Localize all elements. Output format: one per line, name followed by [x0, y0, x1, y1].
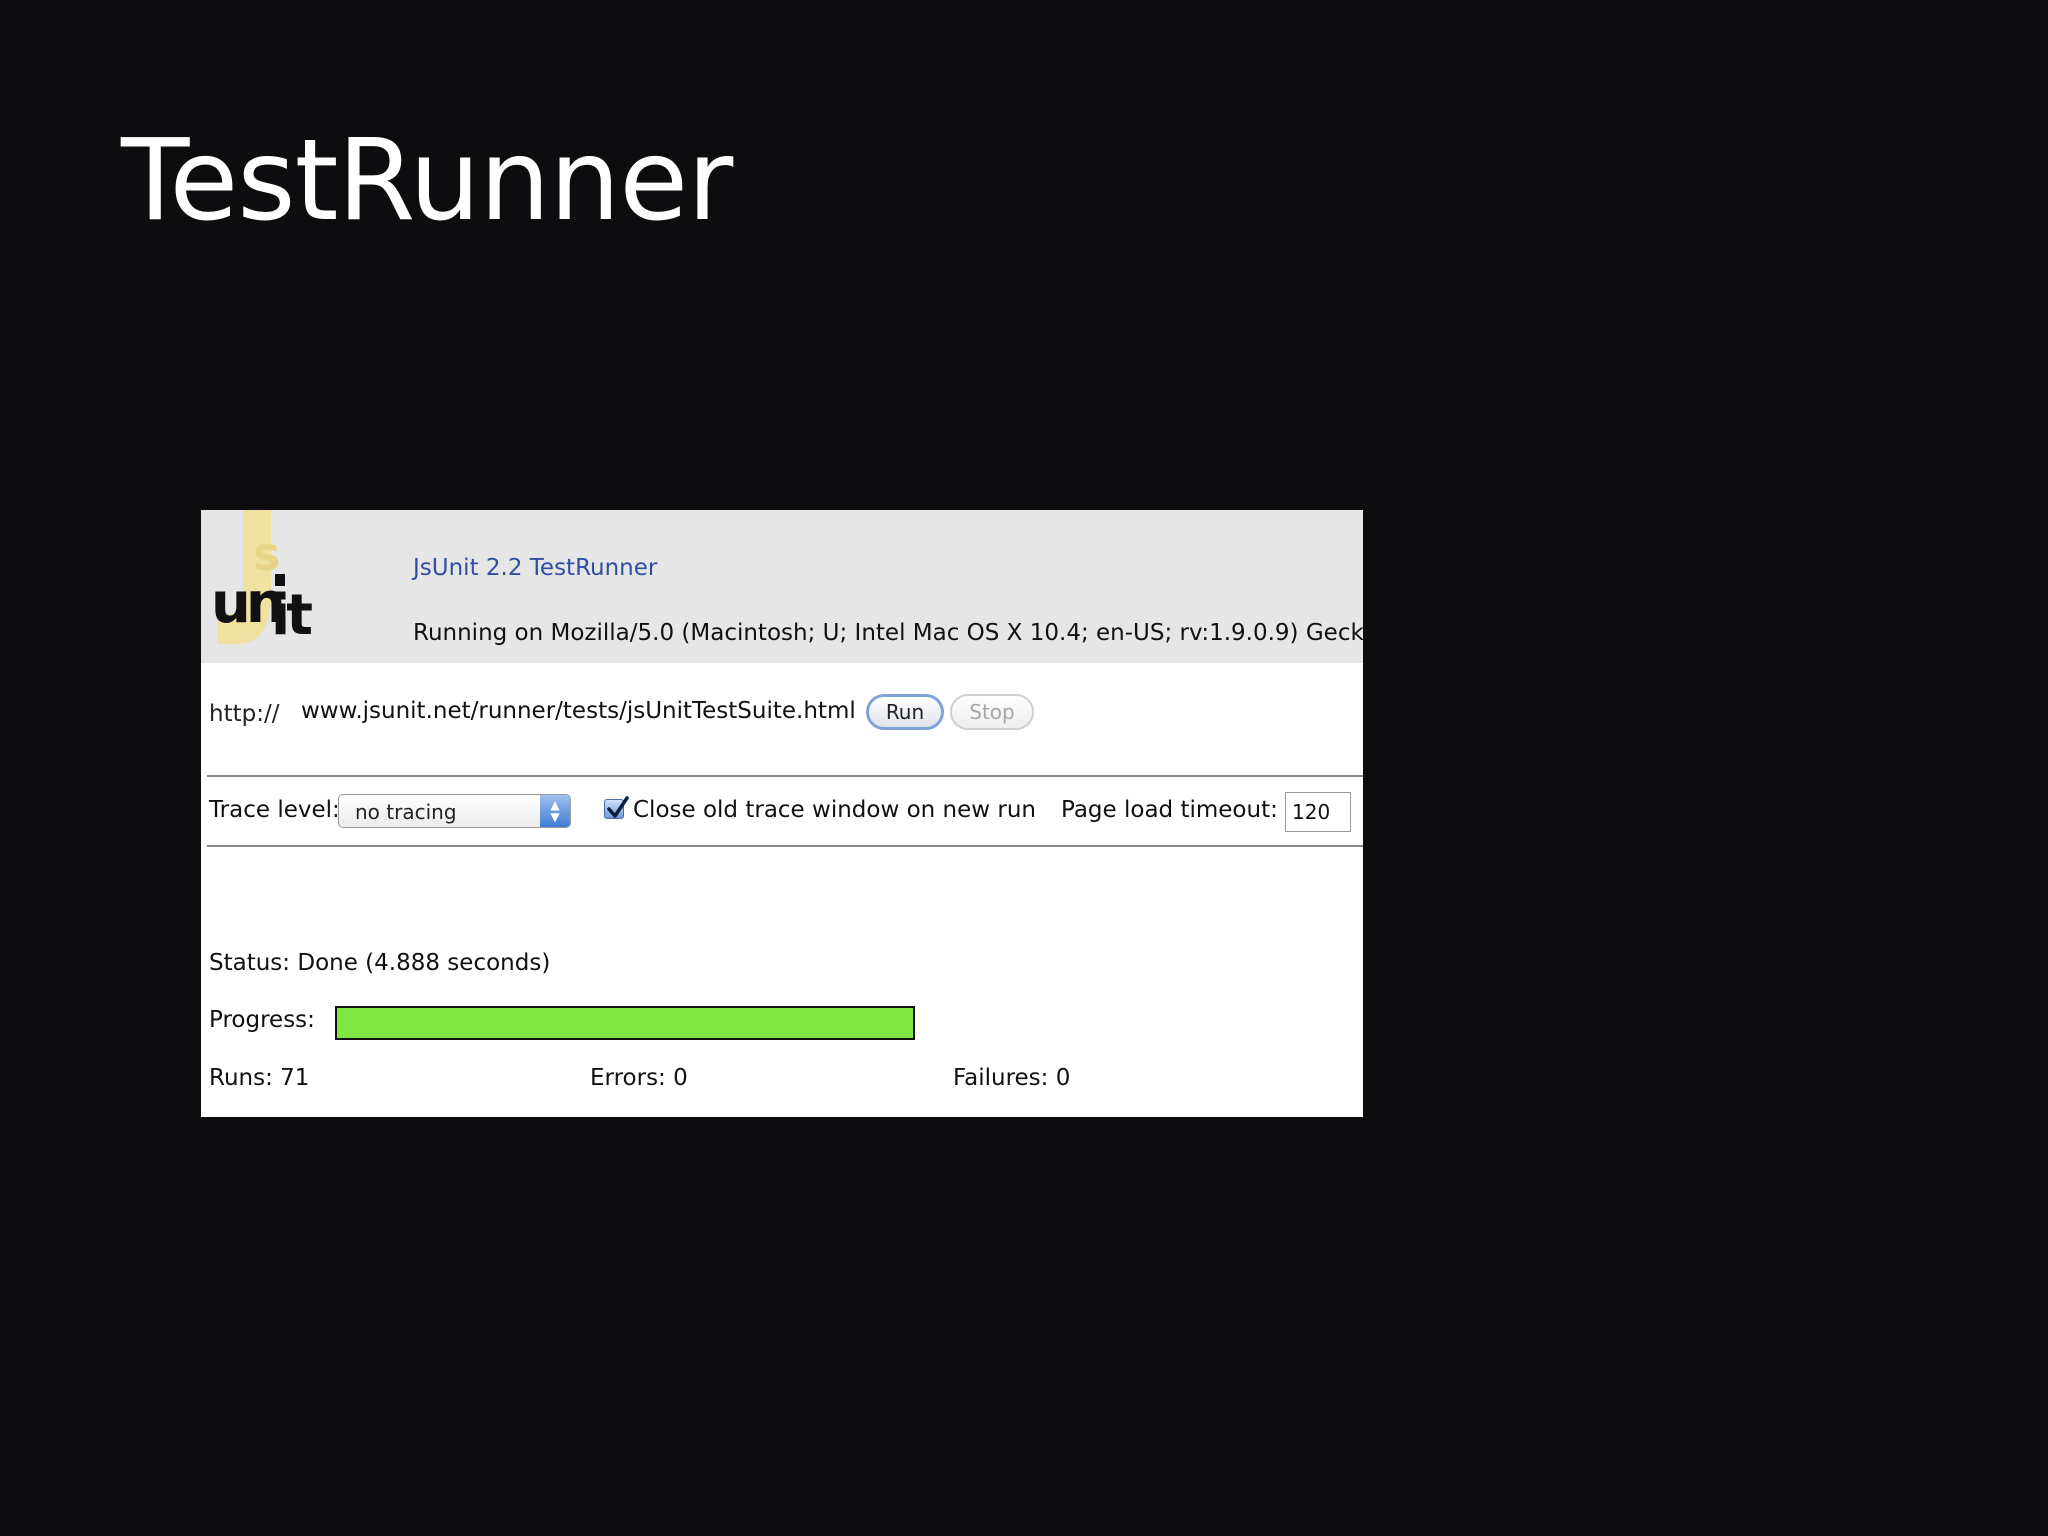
status-label: Status:	[209, 950, 291, 976]
url-prefix: http://	[209, 701, 280, 727]
test-page-url-input[interactable]	[301, 694, 861, 728]
errors-counter: Errors: 0	[590, 1065, 688, 1091]
close-window-checkbox[interactable]	[604, 796, 629, 819]
runs-label: Runs:	[209, 1065, 273, 1091]
divider	[207, 775, 1363, 777]
timeout-label: Page load timeout:	[1061, 797, 1278, 823]
progress-label: Progress:	[209, 1007, 315, 1033]
checkmark-icon	[607, 796, 629, 818]
user-agent-text: Running on Mozilla/5.0 (Macintosh; U; In…	[413, 620, 1363, 646]
errors-label: Errors:	[590, 1065, 666, 1091]
app-name: JsUnit 2.2 TestRunner	[413, 555, 658, 581]
divider	[207, 845, 1363, 847]
select-arrows-icon: ▲ ▼	[540, 795, 570, 827]
svg-text:it: it	[271, 583, 312, 648]
errors-value: 0	[673, 1065, 688, 1091]
timeout-input[interactable]	[1285, 792, 1351, 832]
failures-value: 0	[1055, 1065, 1071, 1091]
runs-counter: Runs: 71	[209, 1065, 309, 1091]
close-window-label: Close old trace window on new run	[633, 797, 1037, 823]
status-value: Done (4.888 seconds)	[297, 950, 551, 976]
stop-button[interactable]: Stop	[950, 694, 1034, 730]
jsunit-logo: s un it	[209, 510, 321, 652]
failures-counter: Failures: 0	[953, 1065, 1070, 1091]
status-line: Status: Done (4.888 seconds)	[209, 950, 550, 976]
progress-fill	[337, 1008, 913, 1038]
slide-title: TestRunner	[121, 116, 733, 246]
testrunner-screenshot: s un it JsUnit 2.2 TestRunner Running on…	[201, 510, 1363, 1117]
runner-header: s un it JsUnit 2.2 TestRunner Running on…	[201, 510, 1363, 663]
progress-bar	[335, 1006, 915, 1040]
run-button[interactable]: Run	[866, 694, 944, 730]
trace-level-value: no tracing	[355, 800, 457, 824]
runs-value: 71	[280, 1065, 310, 1091]
trace-level-label: Trace level:	[209, 797, 340, 823]
trace-level-select[interactable]: no tracing ▲ ▼	[338, 794, 571, 828]
failures-label: Failures:	[953, 1065, 1049, 1091]
